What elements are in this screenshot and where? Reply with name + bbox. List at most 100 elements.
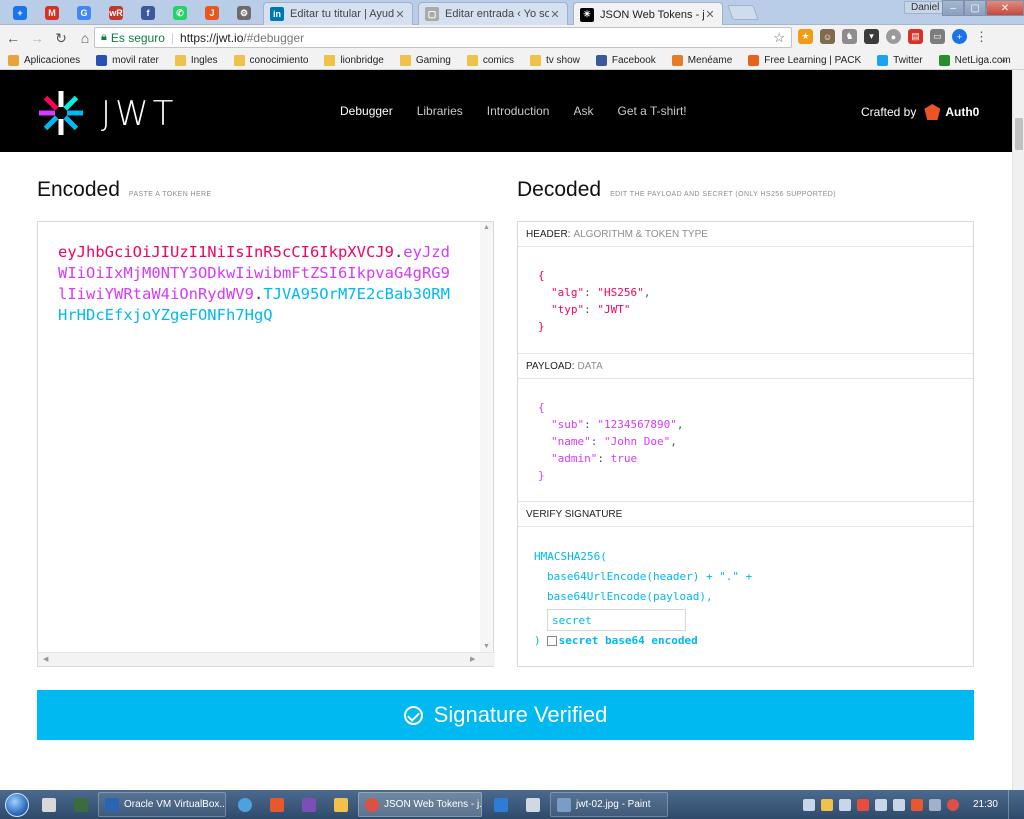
nav-libraries[interactable]: Libraries <box>417 104 463 118</box>
pinned-tab[interactable]: + <box>6 2 34 24</box>
sound-icon[interactable] <box>892 798 905 811</box>
extension-icon[interactable]: ★ <box>798 29 813 44</box>
taskbar-pin[interactable] <box>34 792 64 817</box>
taskbar-item-paint[interactable]: jwt-02.jpg - Paint <box>550 792 668 817</box>
bookmark-item[interactable]: tv show <box>529 54 580 66</box>
home-button[interactable]: ⌂ <box>74 27 96 49</box>
payload-json-editor[interactable]: { "sub": "1234567890", "name": "John Doe… <box>518 379 973 502</box>
vertical-scrollbar[interactable]: ▲ ▼ <box>480 222 493 652</box>
usb-icon[interactable] <box>838 798 851 811</box>
horizontal-scrollbar[interactable]: ◀ ▶ <box>38 652 495 666</box>
bookmark-item[interactable]: movil rater <box>96 54 159 66</box>
encoded-token-editor[interactable]: eyJhbGciOiJIUzI1NiIsInR5cCI6IkpXVCJ9.eyJ… <box>37 221 495 667</box>
tab-jwt-io[interactable]: ✳ JSON Web Tokens - jwt.io ✕ <box>573 2 723 26</box>
show-desktop-button[interactable] <box>1008 790 1018 819</box>
pinned-tab[interactable]: f <box>134 2 162 24</box>
jwt-logo-icon[interactable] <box>37 89 85 137</box>
vscode-icon <box>494 797 508 812</box>
speaker-icon[interactable] <box>874 798 887 811</box>
taskbar-item-virtualbox[interactable]: Oracle VM VirtualBox... <box>98 792 226 817</box>
network-icon[interactable] <box>802 798 815 811</box>
taskbar-item-chrome[interactable]: JSON Web Tokens - j... <box>358 792 482 817</box>
logo-text[interactable]: JWT <box>101 94 177 134</box>
taskbar-pin[interactable] <box>294 792 324 817</box>
taskbar-pin[interactable] <box>486 792 516 817</box>
paint-icon <box>557 797 571 812</box>
tab-editar-titular[interactable]: in Editar tu titular | Ayuda d ✕ <box>263 2 413 25</box>
close-icon[interactable]: ✕ <box>549 8 561 21</box>
nav-introduction[interactable]: Introduction <box>487 104 550 118</box>
bookmark-star-icon[interactable]: ☆ <box>773 30 785 46</box>
nav-debugger[interactable]: Debugger <box>340 104 393 118</box>
close-window-button[interactable]: ✕ <box>986 0 1024 16</box>
pinned-tab[interactable]: M <box>38 2 66 24</box>
extension-icon[interactable]: ▤ <box>908 29 923 44</box>
scrollbar-thumb[interactable] <box>1015 118 1023 150</box>
encoded-title: Encoded <box>37 178 120 201</box>
pinned-tab[interactable]: G <box>70 2 98 24</box>
bookmark-label: lionbridge <box>340 54 384 66</box>
site-icon <box>96 54 108 66</box>
chrome-tray-icon[interactable] <box>946 798 959 811</box>
taskbar-pin[interactable] <box>230 792 260 817</box>
bookmark-item[interactable]: Facebook <box>595 54 656 66</box>
bookmark-item[interactable]: Free Learning | PACK <box>748 54 861 66</box>
bookmark-item[interactable]: conocimiento <box>233 54 308 66</box>
maximize-button[interactable]: ▢ <box>964 0 986 16</box>
secret-base64-label[interactable]: secret base64 encoded <box>559 631 698 651</box>
profile-name[interactable]: Daniel <box>904 1 947 14</box>
encoded-token[interactable]: eyJhbGciOiJIUzI1NiIsInR5cCI6IkpXVCJ9.eyJ… <box>58 242 458 326</box>
scroll-up-icon[interactable]: ▲ <box>480 224 493 231</box>
back-button[interactable]: ← <box>2 27 24 49</box>
close-icon[interactable]: ✕ <box>394 8 406 21</box>
pinned-tab[interactable]: wR <box>102 2 130 24</box>
antivirus-icon[interactable] <box>856 798 869 811</box>
pinned-tab[interactable]: ⚙ <box>230 2 258 24</box>
page-scrollbar[interactable] <box>1012 70 1024 790</box>
taskbar-pin[interactable] <box>66 792 96 817</box>
extension-icon[interactable]: ♞ <box>842 29 857 44</box>
reload-button[interactable]: ↻ <box>50 27 72 49</box>
close-icon[interactable]: ✕ <box>704 8 716 21</box>
header-json-editor[interactable]: { "alg": "HS256", "typ": "JWT" } <box>518 247 973 354</box>
bookmark-item[interactable]: comics <box>466 54 514 66</box>
bookmark-item[interactable]: Twitter <box>877 54 923 66</box>
bookmark-item[interactable]: Gaming <box>399 54 451 66</box>
json-value: true <box>610 452 638 465</box>
address-bar[interactable]: 🔒︎ Es seguro | https://jwt.io/#debugger … <box>94 27 792 48</box>
tab-editar-entrada[interactable]: ▢ Editar entrada ‹ Yo soy D ✕ <box>418 2 568 25</box>
pinned-tab[interactable]: ✆ <box>166 2 194 24</box>
new-tab-button[interactable] <box>727 5 759 20</box>
warning-icon[interactable] <box>820 798 833 811</box>
crafted-by[interactable]: Crafted by Auth0 <box>861 104 979 120</box>
extension-icon[interactable]: ● <box>886 29 901 44</box>
menu-icon[interactable]: ⋮ <box>974 29 989 44</box>
bookmarks-more-icon[interactable]: » <box>999 53 1006 67</box>
app-tray-icon[interactable] <box>910 798 923 811</box>
cast-icon[interactable]: ▭ <box>930 29 945 44</box>
taskbar-pin[interactable] <box>262 792 292 817</box>
bookmark-item[interactable]: lionbridge <box>324 54 384 66</box>
secret-base64-checkbox[interactable] <box>546 636 557 646</box>
nav-tshirt[interactable]: Get a T-shirt! <box>617 104 686 118</box>
start-button[interactable] <box>0 790 34 819</box>
bookmark-item[interactable]: Aplicaciones <box>8 54 80 66</box>
scroll-left-icon[interactable]: ◀ <box>43 655 48 663</box>
pocket-icon[interactable]: ▾ <box>864 29 879 44</box>
bookmark-item[interactable]: Ingles <box>174 54 218 66</box>
taskbar-pin[interactable] <box>326 792 356 817</box>
add-icon[interactable]: + <box>952 29 967 44</box>
secret-input[interactable] <box>547 609 686 631</box>
taskbar-pin[interactable] <box>518 792 548 817</box>
scroll-right-icon[interactable]: ▶ <box>470 655 475 663</box>
minimize-button[interactable]: – <box>942 0 964 16</box>
user-tray-icon[interactable] <box>928 798 941 811</box>
forward-button[interactable]: → <box>26 27 48 49</box>
taskbar-clock[interactable]: 21:30 <box>973 799 998 810</box>
extension-icon[interactable]: ☺ <box>820 29 835 44</box>
scroll-down-icon[interactable]: ▼ <box>480 643 493 650</box>
pinned-tab[interactable]: J <box>198 2 226 24</box>
bookmark-item[interactable]: Menéame <box>671 54 732 66</box>
nav-ask[interactable]: Ask <box>573 104 593 118</box>
auth0-link[interactable]: Auth0 <box>924 104 979 120</box>
